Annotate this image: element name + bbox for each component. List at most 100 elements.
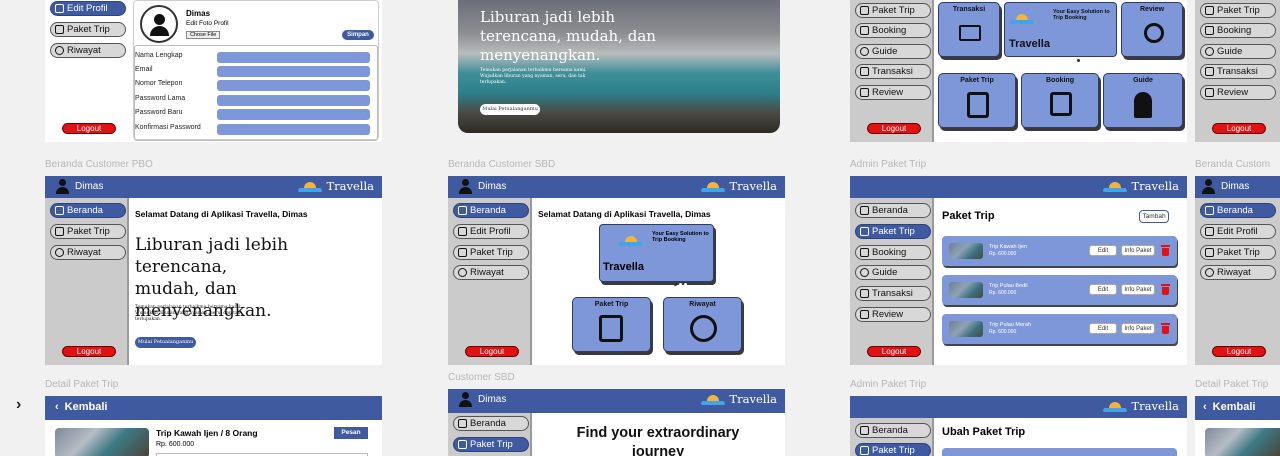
edit-icon bbox=[1205, 227, 1214, 236]
nav-review[interactable]: Review bbox=[1200, 85, 1276, 100]
trip-card: Trip Pulau Merah Rp. 600.000 Edit Info P… bbox=[942, 314, 1177, 344]
nav-booking[interactable]: Booking bbox=[855, 245, 931, 260]
hero-cta-button[interactable]: Mulai Petualanganmu bbox=[135, 337, 196, 348]
logout-button[interactable]: Logout bbox=[867, 123, 921, 134]
card-paket-trip[interactable]: Paket Trip bbox=[938, 73, 1016, 128]
nav-paket-trip[interactable]: Paket Trip bbox=[453, 245, 529, 260]
nav-review[interactable]: Review bbox=[855, 85, 931, 100]
expand-arrow[interactable]: › bbox=[16, 396, 21, 414]
trash-icon[interactable] bbox=[1161, 284, 1170, 295]
nav-beranda[interactable]: Beranda bbox=[453, 416, 529, 431]
hero-cta-button[interactable]: Mulai Petualanganmu bbox=[480, 104, 540, 115]
card-guide[interactable]: Guide bbox=[1103, 73, 1183, 128]
nav-riwayat[interactable]: Riwayat bbox=[453, 265, 529, 280]
input-password-baru[interactable] bbox=[217, 109, 370, 120]
info-paket-button[interactable]: Info Paket bbox=[1121, 323, 1155, 334]
welcome-text: Selamat Datang di Aplikasi Travella, Dim… bbox=[538, 209, 711, 219]
input-telepon[interactable] bbox=[217, 80, 370, 91]
frame-label: Beranda Customer SBD bbox=[448, 159, 556, 170]
topbar: Travella bbox=[850, 176, 1187, 198]
nav-review[interactable]: Review bbox=[855, 307, 931, 322]
nav-guide[interactable]: Guide bbox=[855, 44, 931, 59]
nav-edit-profil[interactable]: Edit Profil bbox=[1200, 224, 1276, 239]
nav-paket-trip[interactable]: Paket Trip bbox=[1200, 245, 1276, 260]
nav-beranda[interactable]: Beranda bbox=[855, 203, 931, 218]
nav-paket-trip[interactable]: Paket Trip bbox=[855, 224, 931, 239]
review-icon bbox=[860, 88, 869, 97]
nav-edit-profil[interactable]: Edit Profil bbox=[50, 1, 126, 16]
input-email[interactable] bbox=[217, 66, 370, 77]
card-transaksi[interactable]: Transaksi bbox=[938, 2, 1000, 57]
frame-label: Beranda Customer PBO bbox=[45, 159, 153, 170]
nav-paket-trip[interactable]: Paket Trip bbox=[1200, 3, 1276, 18]
nav-transaksi[interactable]: Transaksi bbox=[1200, 64, 1276, 79]
field-password-lama: Password Lama bbox=[135, 95, 370, 106]
beranda-pbo-frame: Dimas Travella Beranda Paket Trip Riwaya… bbox=[45, 176, 382, 365]
edit-icon bbox=[458, 227, 467, 236]
carousel-dots[interactable] bbox=[674, 273, 689, 291]
logout-button[interactable]: Logout bbox=[62, 123, 116, 134]
nav-guide[interactable]: Guide bbox=[855, 265, 931, 280]
card-booking[interactable]: Booking bbox=[1021, 73, 1099, 128]
save-button[interactable]: Simpan bbox=[342, 30, 374, 40]
user-icon bbox=[1201, 179, 1216, 194]
calendar-icon bbox=[860, 26, 869, 35]
logout-button[interactable]: Logout bbox=[1212, 123, 1266, 134]
trash-icon[interactable] bbox=[1161, 323, 1170, 334]
card-review[interactable]: Review bbox=[1121, 2, 1183, 57]
add-button[interactable]: Tambah bbox=[1139, 210, 1169, 223]
nav-beranda[interactable]: Beranda bbox=[50, 203, 126, 218]
right-strip-bottom: ‹ Kembali bbox=[1195, 396, 1280, 456]
nav-paket-trip[interactable]: Paket Trip bbox=[50, 224, 126, 239]
edit-button[interactable]: Edit bbox=[1089, 284, 1117, 295]
card-riwayat[interactable]: Riwayat bbox=[663, 297, 742, 352]
logout-button[interactable]: Logout bbox=[1212, 346, 1266, 357]
nav-riwayat[interactable]: Riwayat bbox=[50, 245, 126, 260]
home-icon bbox=[458, 206, 467, 215]
nav-booking[interactable]: Booking bbox=[1200, 23, 1276, 38]
logout-button[interactable]: Logout bbox=[867, 346, 921, 357]
back-button[interactable]: ‹ Kembali bbox=[55, 401, 107, 413]
choose-file-button[interactable]: Chose File bbox=[186, 31, 221, 39]
nav-beranda[interactable]: Beranda bbox=[1200, 203, 1276, 218]
logout-button[interactable]: Logout bbox=[62, 346, 116, 357]
card-paket-trip[interactable]: Paket Trip bbox=[572, 297, 651, 352]
nav-transaksi[interactable]: Transaksi bbox=[855, 64, 931, 79]
nav-beranda[interactable]: Beranda bbox=[453, 203, 529, 218]
input-password-lama[interactable] bbox=[217, 95, 370, 106]
topbar: Travella bbox=[850, 396, 1187, 418]
logo-icon bbox=[297, 179, 323, 193]
input-konfirmasi[interactable] bbox=[217, 124, 370, 135]
nav-transaksi[interactable]: Transaksi bbox=[855, 286, 931, 301]
back-button[interactable]: ‹ Kembali bbox=[1203, 401, 1255, 413]
info-paket-button[interactable]: Info Paket bbox=[1121, 245, 1155, 256]
nav-paket-trip[interactable]: Paket Trip bbox=[50, 22, 126, 37]
hero-body: Temukan perjalanan terbaikmu bersama kam… bbox=[135, 305, 242, 323]
nav-riwayat[interactable]: Riwayat bbox=[50, 43, 126, 58]
nav-beranda[interactable]: Beranda bbox=[855, 423, 931, 438]
edit-button[interactable]: Edit bbox=[1089, 323, 1117, 334]
logout-button[interactable]: Logout bbox=[465, 346, 519, 357]
nav-paket-trip[interactable]: Paket Trip bbox=[453, 437, 529, 452]
order-button[interactable]: Pesan bbox=[334, 427, 368, 439]
nav-edit-profil[interactable]: Edit Profil bbox=[453, 224, 529, 239]
nav-paket-trip[interactable]: Paket Trip bbox=[855, 3, 931, 18]
logo-icon bbox=[1102, 399, 1128, 413]
nav-riwayat[interactable]: Riwayat bbox=[1200, 265, 1276, 280]
trip-image bbox=[1205, 428, 1280, 456]
user-icon bbox=[154, 14, 165, 25]
field-telepon: Nomor Telepon bbox=[135, 80, 370, 91]
carousel-dots[interactable] bbox=[1077, 49, 1102, 67]
brand-banner[interactable]: Your Easy Solution to Trip Booking Trave… bbox=[599, 224, 714, 286]
nav-booking[interactable]: Booking bbox=[855, 23, 931, 38]
field-nama: Nama Lengkap bbox=[135, 52, 370, 63]
nav-paket-trip[interactable]: Paket Trip bbox=[855, 443, 931, 456]
nav-guide[interactable]: Guide bbox=[1200, 44, 1276, 59]
info-paket-button[interactable]: Info Paket bbox=[1121, 284, 1155, 295]
guide-icon bbox=[860, 47, 869, 56]
input-nama[interactable] bbox=[217, 52, 370, 63]
edit-button[interactable]: Edit bbox=[1089, 245, 1117, 256]
money-icon bbox=[860, 67, 869, 76]
trash-icon[interactable] bbox=[1161, 245, 1170, 256]
trip-thumbnail bbox=[949, 243, 983, 259]
